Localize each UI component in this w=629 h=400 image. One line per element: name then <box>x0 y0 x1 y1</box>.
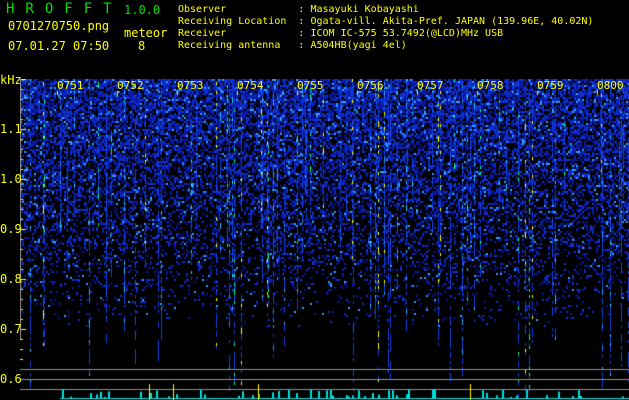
freq-tick-label: 1.1 <box>0 122 22 136</box>
time-tick-label: 0757 <box>417 79 444 92</box>
info-row: Receiver : ICOM IC-575 53.7492(@LCD)MHz … <box>178 28 503 40</box>
info-value: : Ogata-vill. Akita-Pref. JAPAN (139.96E… <box>298 16 594 27</box>
app-title: HROFFT <box>6 1 123 17</box>
info-label: Receiver <box>178 28 299 39</box>
time-tick-label: 0751 <box>57 79 84 92</box>
info-value: : ICOM IC-575 53.7492(@LCD)MHz USB <box>298 28 504 39</box>
info-value: : A504HB(yagi 4el) <box>298 40 407 51</box>
freq-tick-label: 0.7 <box>0 322 22 336</box>
info-label: Receiving antenna <box>178 40 299 51</box>
time-tick-label: 0755 <box>297 79 324 92</box>
date-time: 07.01.27 07:50 <box>8 39 110 53</box>
time-tick-label: 0753 <box>177 79 204 92</box>
freq-tick-label: 0.8 <box>0 272 22 286</box>
meteor-count: 8 <box>138 39 146 53</box>
time-tick-label: 0759 <box>537 79 564 92</box>
app-version: 1.0.0 <box>124 3 161 17</box>
meteor-label: meteor <box>124 26 168 40</box>
freq-tick-label: 1.0 <box>0 172 22 186</box>
freq-tick-label: 0.9 <box>0 222 22 236</box>
time-tick-label: 0752 <box>117 79 144 92</box>
time-tick-label: 0756 <box>357 79 384 92</box>
unit-label: kHz <box>0 73 22 87</box>
info-label: Observer <box>178 4 299 15</box>
file-name: 0701270750.png <box>8 19 110 33</box>
info-row: Receiving antenna : A504HB(yagi 4el) <box>178 40 407 52</box>
time-tick-label: 0800 <box>597 79 624 92</box>
info-row: Observer : Masayuki Kobayashi <box>178 4 419 16</box>
info-row: Receiving Location : Ogata-vill. Akita-P… <box>178 16 593 28</box>
info-label: Receiving Location <box>178 16 299 27</box>
spectrogram <box>20 79 629 400</box>
freq-tick-label: 0.6 <box>0 372 22 386</box>
time-tick-label: 0754 <box>237 79 264 92</box>
time-tick-label: 0758 <box>477 79 504 92</box>
info-value: : Masayuki Kobayashi <box>298 4 419 15</box>
